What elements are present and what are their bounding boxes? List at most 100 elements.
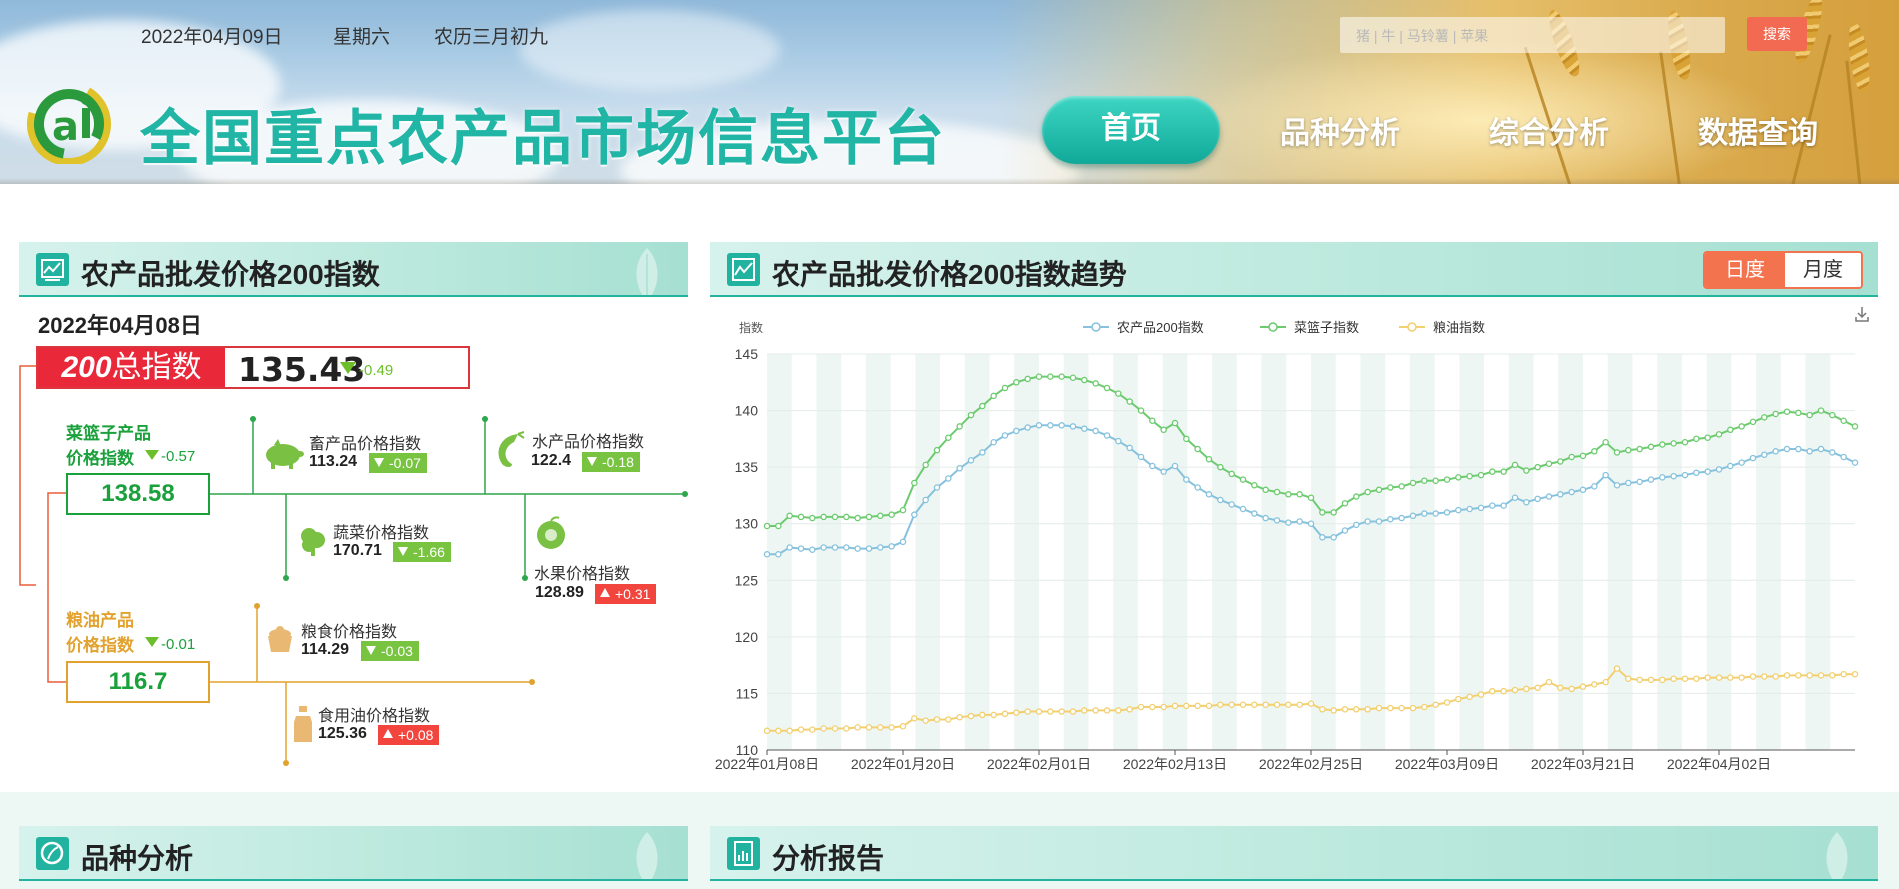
nav-data-query[interactable]: 数据查询 bbox=[1698, 108, 1818, 152]
toggle-monthly[interactable]: 月度 bbox=[1785, 253, 1861, 287]
aquatic-index-change-value: -0.18 bbox=[602, 454, 634, 470]
data-point bbox=[1659, 676, 1666, 684]
search-input[interactable]: 猪 | 牛 | 马铃薯 | 苹果 bbox=[1340, 17, 1725, 53]
data-point bbox=[933, 716, 941, 723]
data-point bbox=[1829, 672, 1836, 679]
data-point bbox=[775, 522, 782, 530]
data-point bbox=[1477, 691, 1485, 698]
toggle-daily[interactable]: 日度 bbox=[1705, 253, 1785, 287]
grain-index-name: 粮食价格指数 bbox=[301, 624, 398, 641]
data-point bbox=[899, 538, 907, 546]
livestock-index-change-value: -0.07 bbox=[389, 455, 421, 471]
data-point bbox=[1727, 426, 1734, 434]
data-point bbox=[854, 514, 861, 522]
data-point bbox=[1149, 462, 1156, 470]
data-point bbox=[1455, 474, 1462, 481]
data-point bbox=[956, 465, 963, 472]
data-point bbox=[1670, 472, 1677, 480]
data-point bbox=[979, 449, 986, 456]
data-point bbox=[1829, 411, 1836, 419]
data-point bbox=[1636, 445, 1643, 453]
data-point bbox=[1035, 422, 1043, 429]
grain-group-change: -0.01 bbox=[161, 636, 196, 653]
data-point bbox=[1443, 476, 1451, 483]
data-point bbox=[1534, 463, 1541, 471]
legend-label: 菜篮子指数 bbox=[1294, 320, 1359, 335]
data-point bbox=[843, 725, 850, 732]
data-point bbox=[1183, 476, 1190, 483]
data-point bbox=[1171, 462, 1179, 470]
down-triangle-icon bbox=[374, 458, 384, 467]
data-point bbox=[945, 716, 952, 723]
nav-variety-analysis[interactable]: 品种分析 bbox=[1280, 108, 1400, 152]
data-point bbox=[1217, 463, 1224, 471]
data-point bbox=[797, 513, 805, 521]
data-point bbox=[1489, 468, 1496, 475]
data-point bbox=[1772, 410, 1779, 418]
data-point bbox=[786, 512, 793, 520]
data-point bbox=[888, 724, 895, 731]
basket-group-value[interactable]: 138.58 bbox=[66, 473, 210, 515]
data-point bbox=[1693, 675, 1700, 682]
vegetable-icon bbox=[301, 528, 325, 556]
grain-group-value[interactable]: 116.7 bbox=[66, 661, 210, 703]
data-point bbox=[1704, 674, 1711, 681]
nav-home[interactable]: 首页 bbox=[1042, 96, 1220, 164]
data-point bbox=[1511, 494, 1519, 501]
data-point bbox=[1489, 502, 1496, 509]
data-point bbox=[922, 717, 929, 724]
data-point bbox=[1115, 437, 1122, 445]
data-point bbox=[1364, 706, 1371, 713]
data-point bbox=[1262, 514, 1269, 522]
download-icon[interactable] bbox=[1855, 307, 1869, 322]
data-point bbox=[1239, 701, 1247, 708]
data-point bbox=[775, 551, 782, 558]
data-point bbox=[1069, 374, 1077, 382]
grain-group-title-line2: 价格指数 bbox=[66, 636, 134, 655]
data-point bbox=[1466, 505, 1473, 513]
data-point bbox=[1217, 496, 1224, 504]
data-point bbox=[1228, 501, 1235, 508]
leaf-decoration-icon bbox=[1826, 832, 1848, 879]
data-point bbox=[1489, 687, 1496, 695]
data-point bbox=[1387, 515, 1394, 523]
data-point bbox=[888, 511, 895, 518]
data-point bbox=[1013, 427, 1020, 435]
data-point bbox=[1466, 693, 1473, 701]
data-point bbox=[1115, 707, 1122, 714]
search-button[interactable]: 搜索 bbox=[1747, 17, 1807, 51]
chart-grid-stripe bbox=[1459, 354, 1485, 750]
data-point bbox=[1205, 455, 1213, 463]
chart-grid-stripe bbox=[1360, 354, 1386, 750]
data-point bbox=[1443, 509, 1451, 516]
data-point bbox=[820, 513, 827, 521]
data-point bbox=[956, 423, 963, 430]
grain-icon bbox=[268, 626, 292, 652]
data-point bbox=[1353, 493, 1360, 500]
fruit-index-change: +0.31 bbox=[595, 584, 657, 604]
data-point bbox=[1817, 407, 1825, 414]
data-point bbox=[1500, 687, 1507, 695]
data-point bbox=[979, 402, 986, 410]
nav-comprehensive-analysis[interactable]: 综合分析 bbox=[1489, 108, 1609, 152]
data-point bbox=[843, 544, 850, 551]
data-point bbox=[1375, 486, 1383, 494]
data-point bbox=[1103, 707, 1111, 714]
data-point bbox=[1409, 704, 1417, 712]
data-point bbox=[763, 522, 771, 530]
data-point bbox=[1840, 670, 1847, 678]
data-point bbox=[1387, 484, 1394, 491]
data-point bbox=[1613, 449, 1621, 456]
chart-grid-stripe bbox=[1212, 354, 1237, 750]
y-tick-label: 115 bbox=[736, 685, 759, 701]
data-point bbox=[1783, 445, 1791, 453]
data-point bbox=[1058, 422, 1065, 429]
grain-index-value: 114.29 bbox=[301, 641, 350, 658]
data-point bbox=[1795, 445, 1802, 453]
data-point bbox=[763, 727, 771, 735]
data-point bbox=[1591, 448, 1598, 455]
data-point bbox=[1704, 468, 1711, 475]
leaf-icon bbox=[36, 837, 69, 870]
chart-grid-stripe bbox=[1311, 354, 1336, 750]
data-point bbox=[1183, 435, 1190, 443]
